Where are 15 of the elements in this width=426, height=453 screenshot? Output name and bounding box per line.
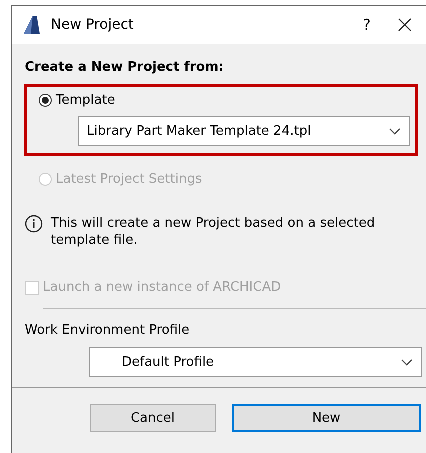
profile-label: Work Environment Profile	[25, 323, 191, 338]
help-button[interactable]: ?	[344, 16, 390, 34]
new-button[interactable]: New	[232, 404, 421, 432]
info-text: This will create a new Project based on a selected template file.	[51, 215, 376, 249]
close-icon[interactable]	[398, 18, 412, 32]
app-logo-icon	[23, 15, 41, 35]
template-dropdown[interactable]: Library Part Maker Template 24.tpl	[78, 116, 410, 146]
radio-option[interactable]: Template	[39, 93, 116, 108]
chevron-down-icon	[401, 358, 413, 366]
window-title: New Project	[51, 17, 135, 33]
profile-dropdown[interactable]: Default Profile	[89, 347, 422, 377]
info-icon	[25, 215, 43, 233]
chevron-down-icon	[389, 128, 401, 134]
cancel-button[interactable]: Cancel	[90, 404, 216, 432]
section-heading: Create a New Project from:	[25, 60, 225, 75]
